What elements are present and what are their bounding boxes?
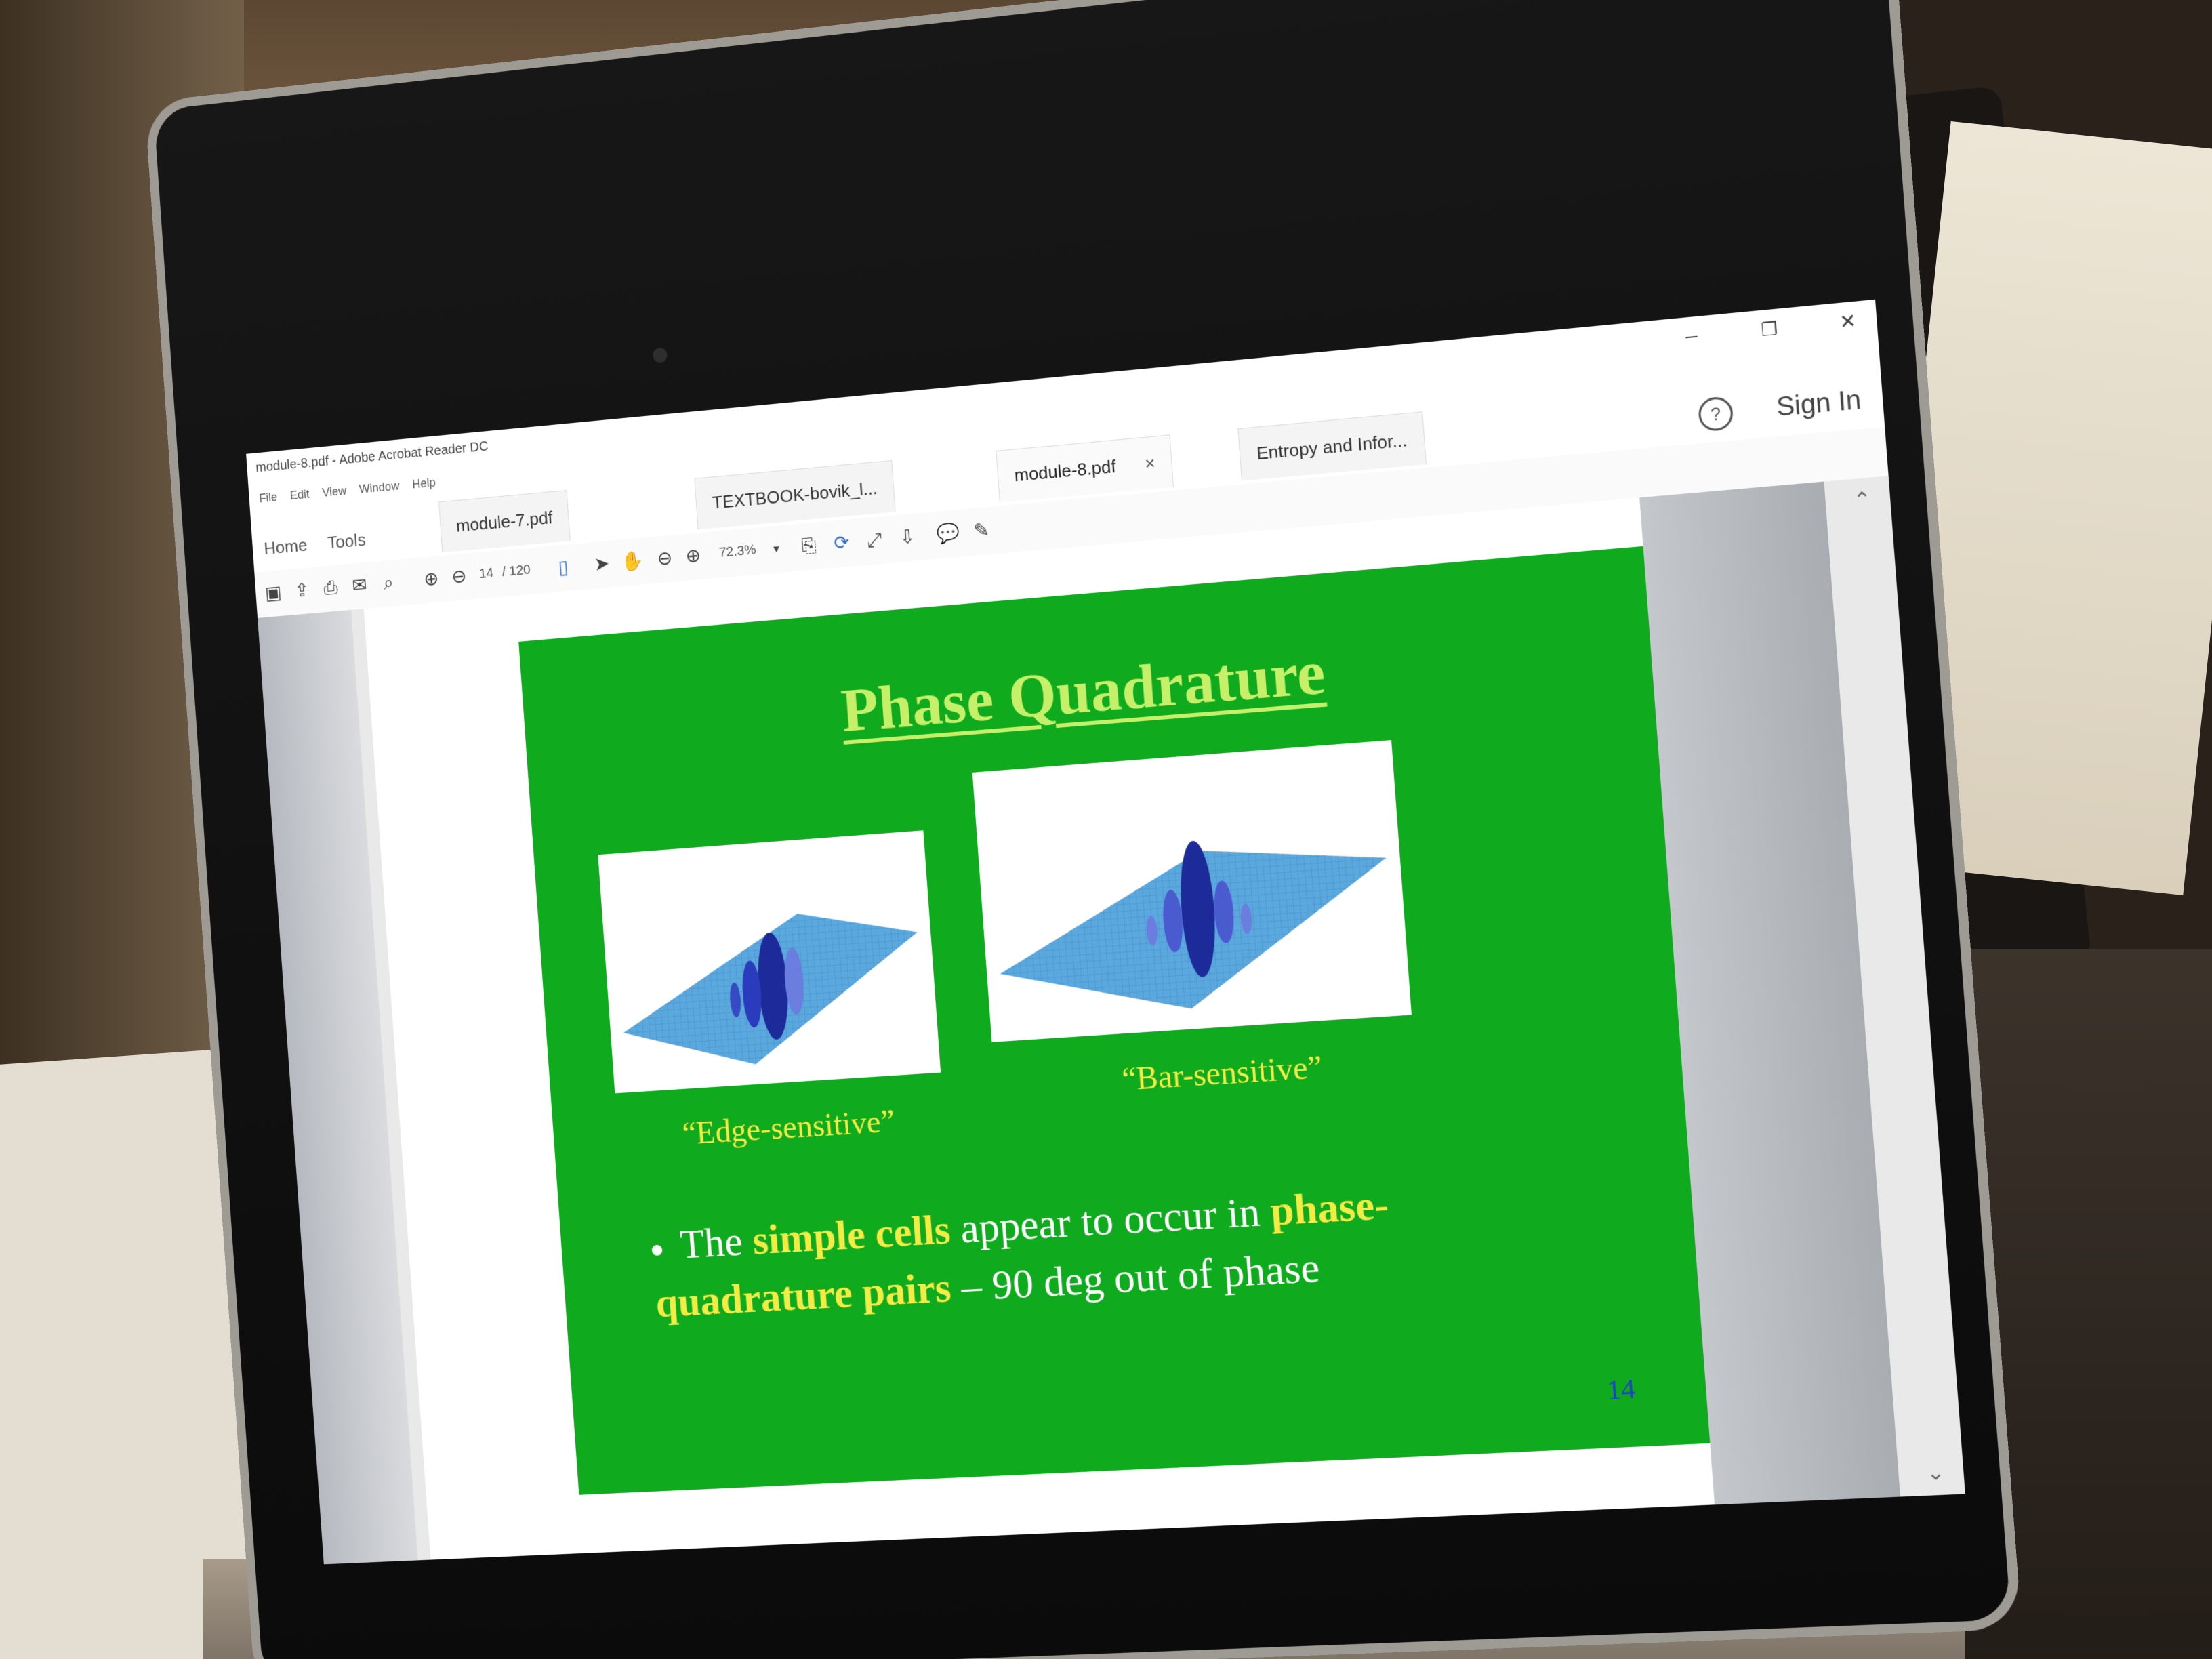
sign-in-link[interactable]: Sign In — [1776, 386, 1862, 424]
laptop: module-8.pdf - Adobe Acrobat Reader DC –… — [153, 0, 2011, 1659]
tab-label: Entropy and Infor... — [1256, 429, 1408, 464]
tab-label: TEXTBOOK-bovik_l... — [711, 477, 878, 513]
tab-close-icon[interactable]: × — [1144, 453, 1155, 474]
tab-module-7[interactable]: module-7.pdf — [438, 490, 571, 553]
document-area[interactable]: Phase Quadrature “Edge-sensitive” “Bar-s… — [258, 476, 1965, 1565]
hand-icon[interactable]: ✋ — [620, 547, 645, 575]
select-arrow-icon[interactable]: ➤ — [590, 550, 615, 578]
tab-label: module-7.pdf — [455, 507, 554, 536]
print-icon[interactable]: ⎙ — [319, 574, 343, 602]
zoom-level[interactable]: 72.3% — [718, 542, 756, 560]
bullet-dot-icon — [651, 1244, 663, 1256]
save-icon[interactable]: ▣ — [261, 579, 285, 607]
close-icon[interactable]: ✕ — [1826, 306, 1871, 337]
nav-home[interactable]: Home — [263, 535, 308, 559]
fit-page-icon[interactable]: ⎘ — [796, 531, 822, 560]
edge-sensitive-figure — [598, 830, 941, 1094]
minimize-icon[interactable]: – — [1669, 321, 1714, 352]
bullet-text-1: The — [678, 1218, 754, 1268]
gabor-bar-plot — [992, 837, 1397, 1021]
bullet-highlight-simple-cells: simple cells — [751, 1206, 952, 1264]
search-icon[interactable]: ⌕ — [376, 569, 401, 597]
page-total: / 120 — [501, 562, 531, 579]
bullet-text-2: appear to occur in — [948, 1188, 1273, 1253]
full-screen-icon[interactable]: ⤢ — [862, 525, 888, 554]
webcam — [652, 347, 668, 363]
upload-icon[interactable]: ⇪ — [290, 577, 314, 605]
slide: Phase Quadrature “Edge-sensitive” “Bar-s… — [518, 545, 1725, 1495]
nav-tools[interactable]: Tools — [327, 529, 366, 553]
caption-edge-sensitive: “Edge-sensitive” — [681, 1103, 897, 1152]
page-number-field[interactable]: 14 — [478, 566, 493, 582]
help-icon[interactable]: ? — [1697, 395, 1734, 432]
pen-icon[interactable]: ✎ — [968, 516, 994, 545]
acrobat-window: module-8.pdf - Adobe Acrobat Reader DC –… — [246, 299, 1965, 1565]
menu-help[interactable]: Help — [412, 476, 436, 492]
download-icon[interactable]: ⇩ — [895, 523, 920, 552]
slide-title: Phase Quadrature — [838, 636, 1328, 745]
page-icon[interactable]: ▯ — [551, 553, 576, 581]
photo-scene: module-8.pdf - Adobe Acrobat Reader DC –… — [0, 0, 2212, 1659]
menu-file[interactable]: File — [259, 491, 278, 506]
bullet-point: The simple cells appear to occur in phas… — [650, 1164, 1599, 1332]
comment-icon[interactable]: 💬 — [935, 519, 961, 548]
slide-page-number: 14 — [1605, 1372, 1637, 1406]
zoom-out-icon[interactable]: ⊖ — [652, 544, 677, 573]
bar-sensitive-figure — [972, 740, 1412, 1042]
rotate-icon[interactable]: ⟳ — [829, 529, 855, 558]
menu-edit[interactable]: Edit — [289, 487, 310, 503]
bullet-text-3: – 90 deg out of phase — [949, 1244, 1322, 1311]
caption-bar-sensitive: “Bar-sensitive” — [1120, 1048, 1324, 1098]
zoom-dropdown-icon[interactable]: ▾ — [764, 534, 789, 562]
prev-page-icon[interactable]: ⊕ — [419, 565, 443, 594]
pdf-page[interactable]: Phase Quadrature “Edge-sensitive” “Bar-s… — [363, 493, 1757, 1560]
gabor-edge-plot — [615, 905, 926, 1073]
mail-icon[interactable]: ✉ — [348, 571, 372, 600]
restore-icon[interactable]: ❐ — [1747, 313, 1792, 345]
tab-label: module-8.pdf — [1013, 455, 1117, 486]
scroll-up-icon[interactable]: ⌃ — [1853, 487, 1872, 513]
next-page-icon[interactable]: ⊖ — [447, 562, 471, 591]
menu-window[interactable]: Window — [359, 479, 400, 497]
scroll-down-icon[interactable]: ⌄ — [1926, 1460, 1946, 1486]
zoom-in-icon[interactable]: ⊕ — [680, 541, 705, 570]
menu-view[interactable]: View — [322, 484, 347, 500]
